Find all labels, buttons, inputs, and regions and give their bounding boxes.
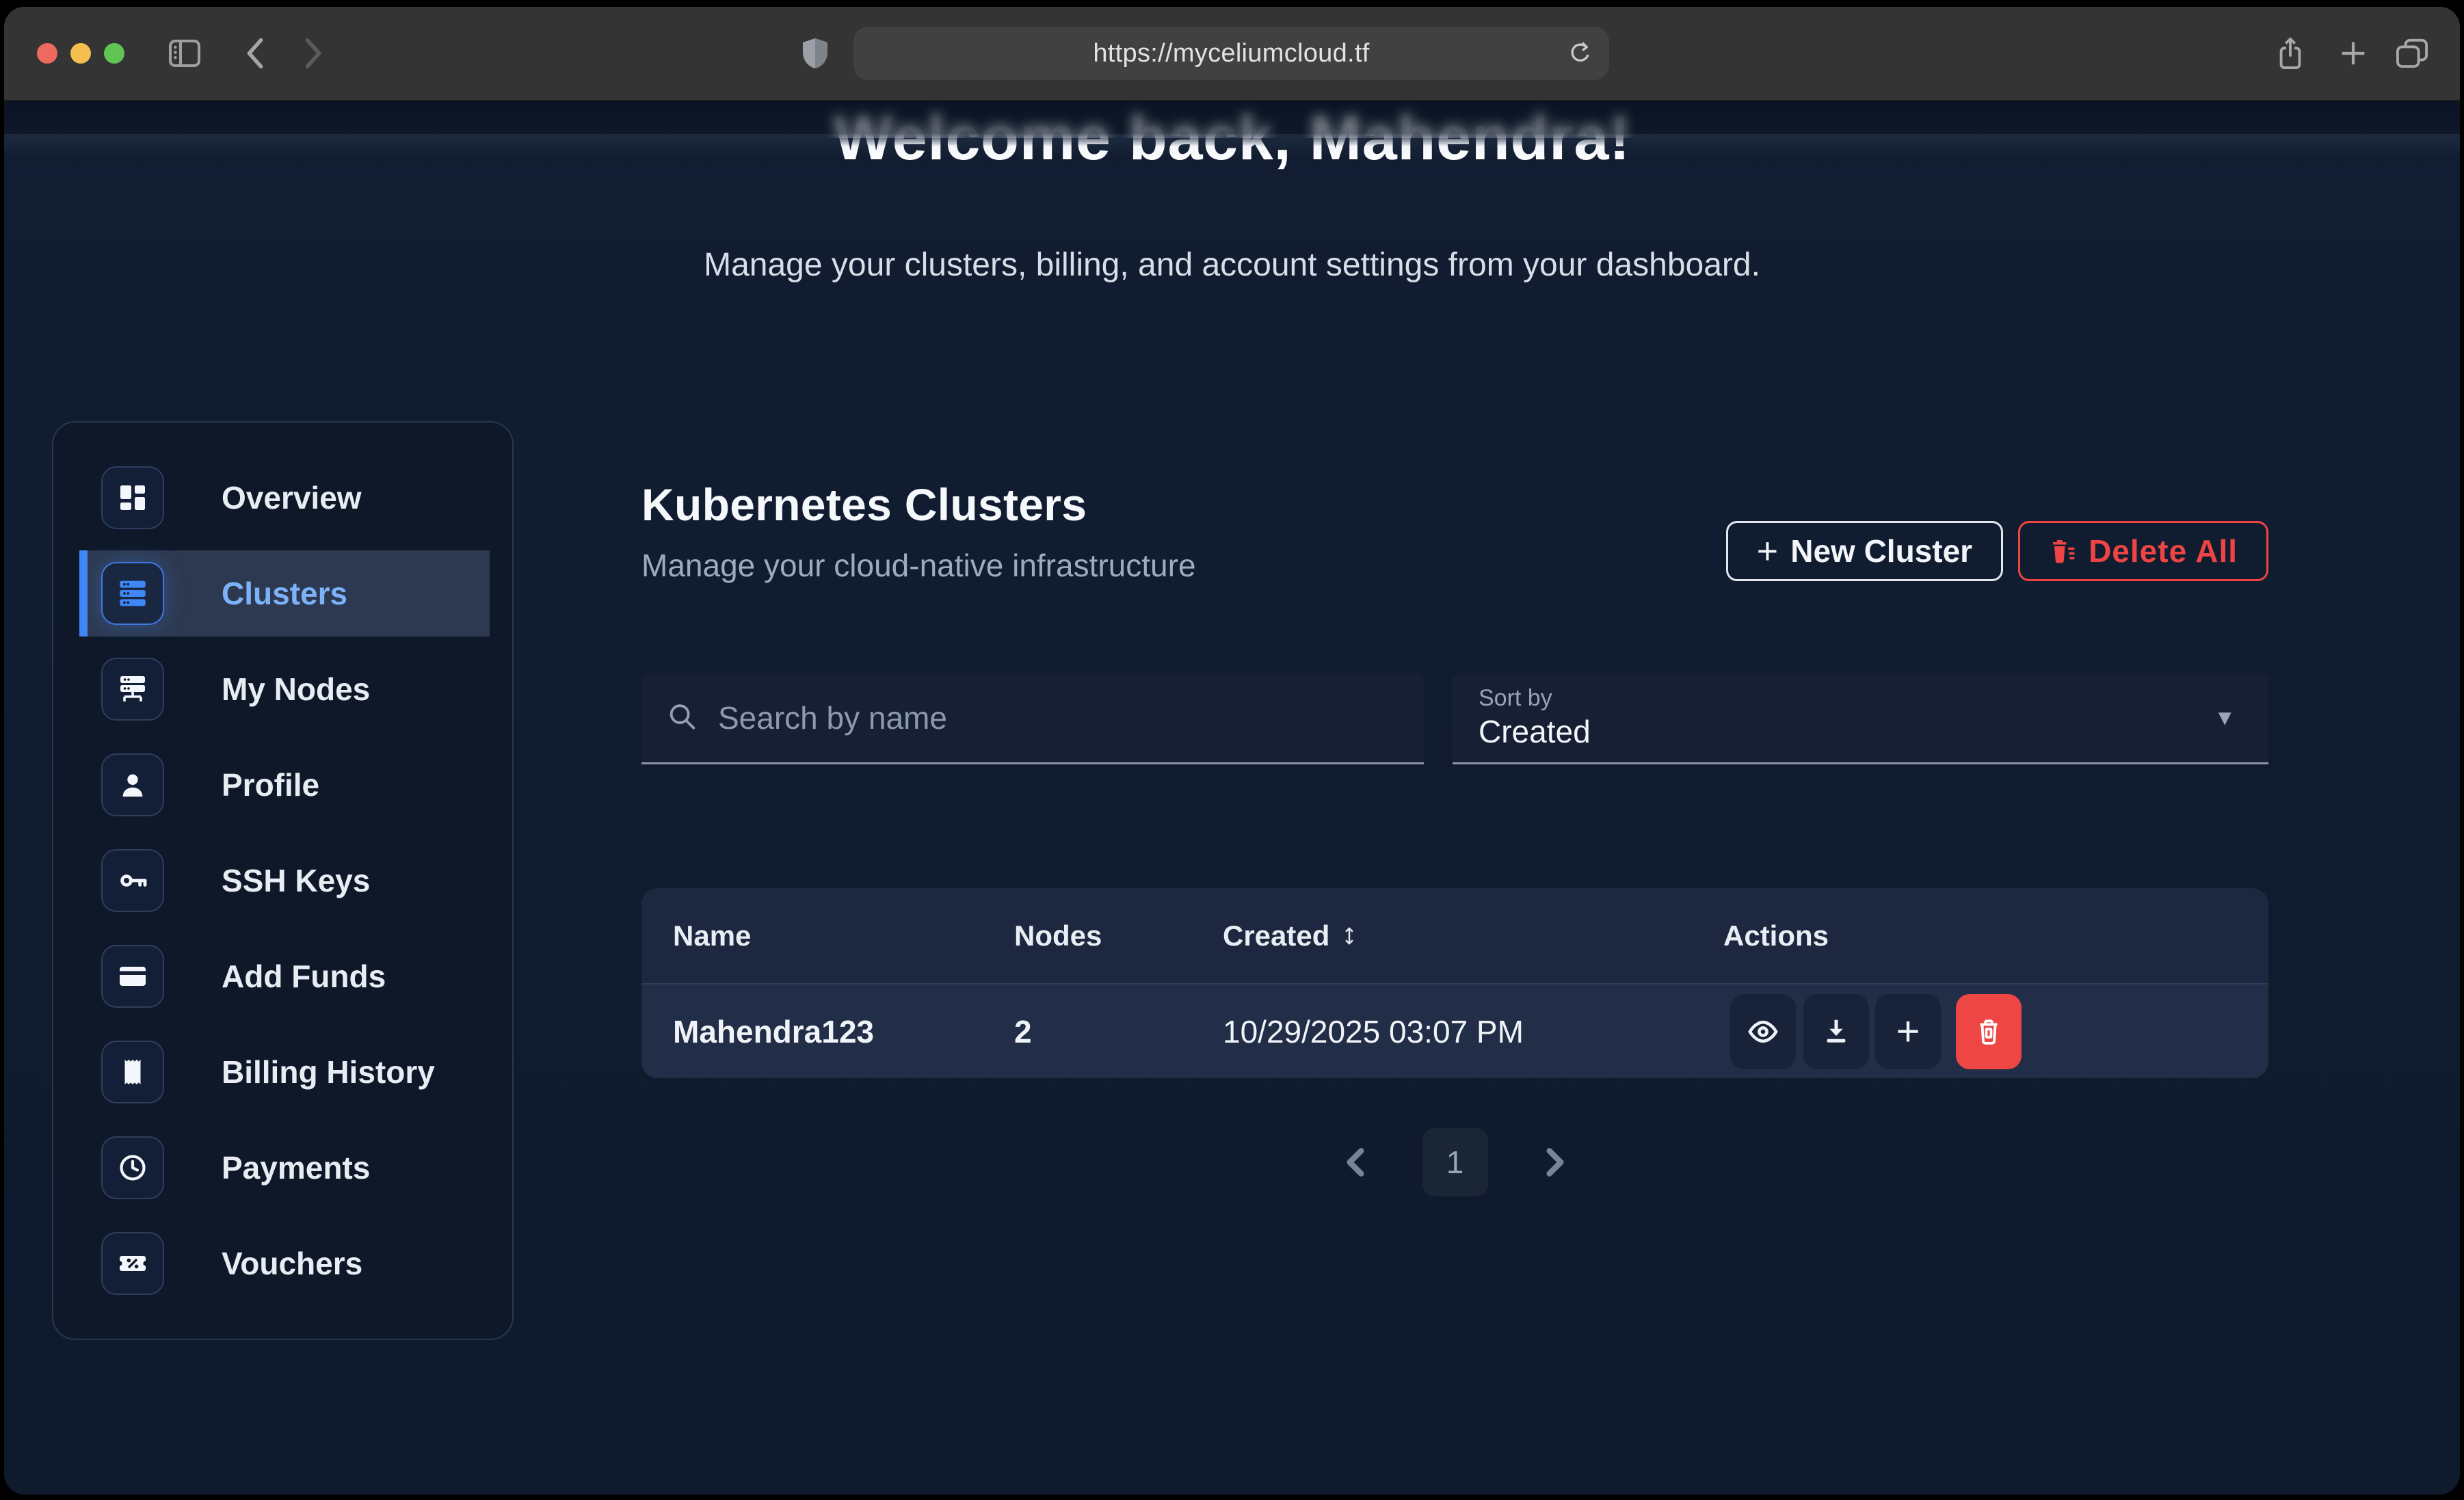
column-actions: Actions — [1723, 920, 1829, 952]
back-icon[interactable] — [245, 37, 265, 70]
view-cluster-button[interactable] — [1730, 994, 1796, 1069]
trash-icon — [2049, 537, 2078, 565]
next-page-button[interactable] — [1541, 1147, 1569, 1178]
nodes-icon — [101, 658, 164, 721]
address-bar[interactable]: https://myceliumcloud.tf — [853, 27, 1609, 80]
sidebar-item-label: SSH Keys — [222, 862, 370, 899]
sidebar-item-clusters[interactable]: Clusters — [53, 546, 512, 641]
column-nodes: Nodes — [1014, 920, 1102, 952]
zoom-window-button[interactable] — [104, 43, 124, 64]
sort-label: Sort by — [1479, 685, 1552, 712]
clusters-icon — [101, 562, 164, 625]
list-controls: Sort by Created ▼ — [641, 673, 2268, 764]
sort-selected-value: Created — [1479, 713, 1591, 750]
table-header: Name Nodes Created Actions — [641, 888, 2268, 983]
cluster-nodes: 2 — [1014, 1013, 1032, 1050]
sort-dropdown[interactable]: Sort by Created ▼ — [1453, 673, 2268, 764]
sidebar-item-label: Billing History — [222, 1054, 435, 1090]
ssh-keys-icon — [101, 849, 164, 912]
privacy-shield-icon[interactable] — [802, 37, 829, 70]
sidebar-item-overview[interactable]: Overview — [53, 450, 512, 546]
page-subtitle: Manage your cloud-native infrastructure — [641, 547, 1196, 584]
search-field[interactable] — [641, 673, 1424, 764]
new-cluster-button[interactable]: + New Cluster — [1726, 521, 2003, 581]
cluster-name: Mahendra123 — [673, 1013, 874, 1050]
download-icon — [1820, 1016, 1852, 1047]
column-name: Name — [673, 920, 751, 952]
plus-icon: + — [1896, 1011, 1920, 1052]
trash-icon — [1973, 1016, 2004, 1047]
cluster-created: 10/29/2025 03:07 PM — [1223, 1013, 1524, 1050]
sidebar-item-add-funds[interactable]: Add Funds — [53, 928, 512, 1024]
page-content: Welcome back, Mahendra! Welcome back, Ma… — [4, 101, 2460, 1495]
sidebar-item-label: Add Funds — [222, 958, 386, 995]
sidebar-item-label: Overview — [222, 479, 362, 516]
page-title: Kubernetes Clusters — [641, 479, 1196, 531]
billing-history-icon — [101, 1041, 164, 1103]
chevron-right-icon — [1541, 1147, 1569, 1178]
column-created[interactable]: Created — [1223, 920, 1360, 952]
chevron-left-icon — [1342, 1147, 1369, 1178]
traffic-lights — [37, 43, 124, 64]
sidebar-item-ssh-keys[interactable]: SSH Keys — [53, 833, 512, 928]
dashboard-sidebar: Overview — [52, 421, 514, 1340]
main-header: Kubernetes Clusters Manage your cloud-na… — [641, 479, 2268, 584]
download-kubeconfig-button[interactable] — [1803, 994, 1869, 1069]
page-number[interactable]: 1 — [1422, 1128, 1488, 1196]
sidebar-toggle-icon[interactable] — [168, 39, 201, 68]
sidebar-item-label: My Nodes — [222, 671, 370, 708]
clusters-table: Name Nodes Created Actions Mahendra123 2 — [641, 888, 2268, 1078]
url-text: https://myceliumcloud.tf — [1093, 39, 1369, 68]
delete-all-button[interactable]: Delete All — [2018, 521, 2268, 581]
tab-overview-icon[interactable] — [2395, 38, 2429, 69]
reload-icon[interactable] — [1567, 40, 1594, 67]
overview-icon — [101, 466, 164, 529]
sidebar-item-label: Payments — [222, 1149, 370, 1186]
browser-toolbar: https://myceliumcloud.tf — [4, 7, 2460, 101]
sidebar-item-vouchers[interactable]: Vouchers — [53, 1216, 512, 1311]
profile-icon — [101, 753, 164, 816]
payments-icon — [101, 1136, 164, 1199]
sidebar-item-payments[interactable]: Payments — [53, 1120, 512, 1216]
browser-window: https://myceliumcloud.tf — [4, 7, 2460, 1495]
share-icon[interactable] — [2275, 35, 2306, 72]
close-window-button[interactable] — [37, 43, 57, 64]
sidebar-item-label: Clusters — [222, 575, 347, 612]
welcome-subtitle: Manage your clusters, billing, and accou… — [4, 246, 2460, 284]
minimize-window-button[interactable] — [70, 43, 91, 64]
add-node-button[interactable]: + — [1875, 994, 1941, 1069]
forward-icon[interactable] — [303, 37, 323, 70]
eye-icon — [1747, 1016, 1779, 1047]
new-tab-icon[interactable] — [2337, 38, 2369, 69]
sidebar-item-billing-history[interactable]: Billing History — [53, 1024, 512, 1120]
add-funds-icon — [101, 945, 164, 1008]
sidebar-item-label: Profile — [222, 766, 319, 803]
welcome-title: Welcome back, Mahendra! — [4, 104, 2460, 173]
vouchers-icon — [101, 1232, 164, 1295]
search-icon — [666, 700, 698, 735]
pagination: 1 — [641, 1128, 2268, 1196]
sort-direction-icon — [1339, 924, 1360, 948]
chevron-down-icon: ▼ — [2214, 705, 2236, 730]
plus-icon: + — [1757, 533, 1779, 570]
delete-cluster-button[interactable] — [1956, 994, 2022, 1069]
previous-page-button[interactable] — [1342, 1147, 1369, 1178]
table-row: Mahendra123 2 10/29/2025 03:07 PM — [641, 983, 2268, 1078]
search-input[interactable] — [641, 673, 1424, 762]
sidebar-item-label: Vouchers — [222, 1245, 362, 1282]
sidebar-item-my-nodes[interactable]: My Nodes — [53, 641, 512, 737]
sidebar-item-profile[interactable]: Profile — [53, 737, 512, 833]
